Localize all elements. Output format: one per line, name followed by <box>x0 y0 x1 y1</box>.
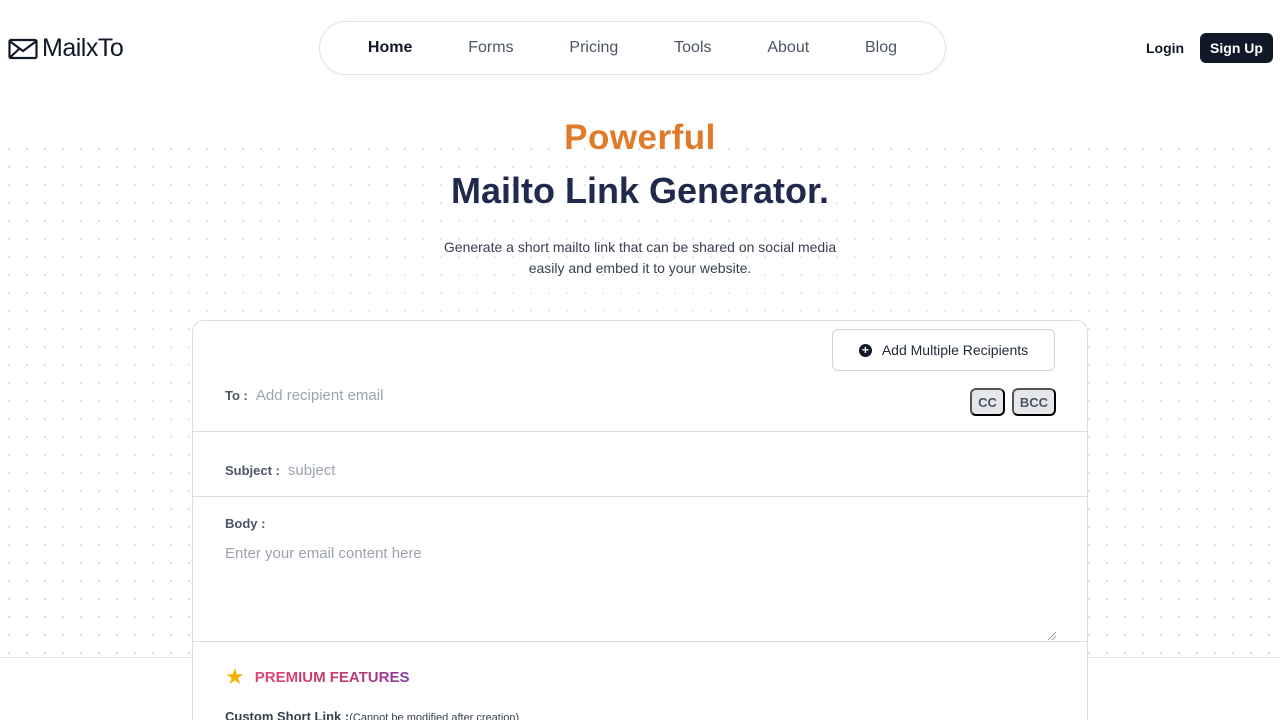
to-label: To : <box>225 388 248 403</box>
hero-eyebrow: Powerful <box>564 118 716 157</box>
subject-input[interactable] <box>287 462 788 479</box>
envelope-icon <box>8 38 38 59</box>
cc-button[interactable]: CC <box>970 388 1005 416</box>
hero-subtitle: Generate a short mailto link that can be… <box>443 239 837 276</box>
signup-button[interactable]: Sign Up <box>1200 33 1273 63</box>
bcc-button[interactable]: BCC <box>1012 388 1056 416</box>
login-link[interactable]: Login <box>1146 40 1184 56</box>
nav-item-blog[interactable]: Blog <box>865 39 897 57</box>
body-label: Body : <box>225 516 266 531</box>
body-textarea[interactable] <box>225 545 1057 641</box>
field-divider <box>193 496 1087 497</box>
plus-circle-icon: + <box>858 343 872 357</box>
premium-features-title: PREMIUM FEATURES <box>254 668 410 686</box>
main-nav: Home Forms Pricing Tools About Blog <box>319 21 946 75</box>
page-title: Mailto Link Generator. <box>450 170 830 211</box>
nav-item-pricing[interactable]: Pricing <box>569 39 618 57</box>
brand-logo[interactable]: MailxTo <box>8 34 124 63</box>
subject-label: Subject : <box>225 463 280 478</box>
field-divider <box>193 431 1087 432</box>
nav-item-forms[interactable]: Forms <box>468 39 513 57</box>
nav-item-about[interactable]: About <box>767 39 809 57</box>
add-multiple-recipients-button[interactable]: + Add Multiple Recipients <box>832 329 1055 371</box>
mailto-form-card: + Add Multiple Recipients To : CC BCC Su… <box>192 320 1088 720</box>
section-divider <box>193 641 1087 642</box>
nav-item-home[interactable]: Home <box>368 39 412 57</box>
short-link-note: (Cannot be modified after creation) <box>349 712 520 720</box>
resize-handle[interactable] <box>1048 632 1056 640</box>
to-row: To : <box>225 387 756 404</box>
recipient-email-input[interactable] <box>255 387 756 404</box>
star-icon: ★ <box>225 664 245 689</box>
premium-features-header: ★ PREMIUM FEATURES <box>225 666 409 688</box>
add-multiple-recipients-label: Add Multiple Recipients <box>881 342 1029 358</box>
nav-item-tools[interactable]: Tools <box>674 39 711 57</box>
short-link-label: Custom Short Link : <box>225 709 350 720</box>
subject-row: Subject : <box>225 462 788 479</box>
custom-short-link-label: Custom Short Link :(Cannot be modified a… <box>225 709 519 720</box>
brand-name: MailxTo <box>42 34 124 62</box>
